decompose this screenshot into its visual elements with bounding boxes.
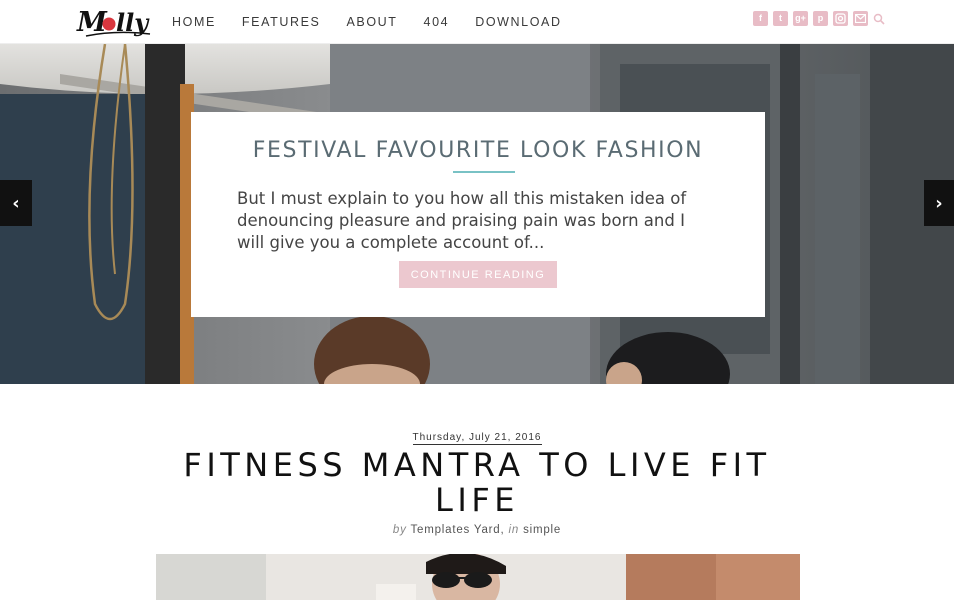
title-divider bbox=[453, 171, 515, 173]
chevron-left-icon: ‹ bbox=[12, 192, 20, 214]
slider-prev-button[interactable]: ‹ bbox=[0, 180, 32, 226]
post-featured-image[interactable] bbox=[156, 554, 800, 600]
by-label: by bbox=[392, 524, 407, 536]
slide-card: FESTIVAL FAVOURITE LOOK FASHION But I mu… bbox=[191, 112, 765, 317]
twitter-icon[interactable]: t bbox=[773, 11, 788, 26]
in-label: in bbox=[508, 524, 520, 536]
post-title[interactable]: FITNESS MANTRA TO LIVE FIT LIFE bbox=[150, 448, 804, 518]
hero-slider: ‹ › FESTIVAL FAVOURITE LOOK FASHION But … bbox=[0, 44, 954, 384]
google-plus-icon[interactable]: g+ bbox=[793, 11, 808, 26]
continue-reading-button[interactable]: CONTINUE READING bbox=[399, 261, 557, 288]
post-date: Thursday, July 21, 2016 bbox=[0, 432, 954, 445]
main-nav: HOME FEATURES ABOUT 404 DOWNLOAD bbox=[172, 14, 588, 30]
post-meta: by Templates Yard, in simple bbox=[0, 524, 954, 536]
slider-next-button[interactable]: › bbox=[924, 180, 954, 226]
facebook-icon[interactable]: f bbox=[753, 11, 768, 26]
nav-download[interactable]: DOWNLOAD bbox=[475, 14, 561, 30]
nav-home[interactable]: HOME bbox=[172, 14, 216, 30]
search-icon[interactable] bbox=[873, 13, 885, 25]
nav-features[interactable]: FEATURES bbox=[242, 14, 321, 30]
slide-excerpt: But I must explain to you how all this m… bbox=[237, 189, 687, 252]
instagram-icon[interactable] bbox=[833, 11, 848, 26]
post-date-text: Thursday, July 21, 2016 bbox=[412, 432, 542, 445]
social-links: f t g+ p bbox=[753, 11, 885, 26]
slide-title[interactable]: FESTIVAL FAVOURITE LOOK FASHION bbox=[191, 138, 765, 163]
nav-404[interactable]: 404 bbox=[424, 14, 450, 30]
logo[interactable]: M lly bbox=[76, 3, 154, 39]
chevron-right-icon: › bbox=[935, 192, 943, 214]
email-icon[interactable] bbox=[853, 11, 868, 26]
site-header: M lly HOME FEATURES ABOUT 404 DOWNLOAD f… bbox=[0, 0, 954, 44]
nav-about[interactable]: ABOUT bbox=[346, 14, 397, 30]
post-author[interactable]: Templates Yard, bbox=[410, 524, 504, 536]
post-category[interactable]: simple bbox=[523, 524, 561, 536]
pinterest-icon[interactable]: p bbox=[813, 11, 828, 26]
